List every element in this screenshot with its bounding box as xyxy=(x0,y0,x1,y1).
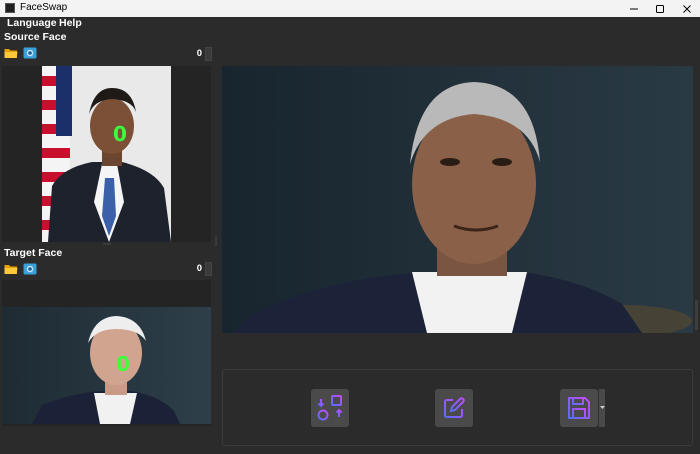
window-titlebar: FaceSwap xyxy=(0,0,700,17)
maximize-icon xyxy=(656,4,664,13)
splitter-handle[interactable] xyxy=(103,243,111,245)
menu-language[interactable]: Language xyxy=(7,17,57,29)
action-bar xyxy=(222,369,693,446)
preview-panel xyxy=(222,66,693,337)
target-spin-arrows[interactable] xyxy=(205,262,212,276)
swap-faces-icon xyxy=(317,395,343,421)
panel-resize-handle[interactable] xyxy=(215,236,217,246)
folder-icon[interactable] xyxy=(4,47,18,59)
source-face-counter[interactable]: 0 xyxy=(190,47,212,61)
target-face-counter[interactable]: 0 xyxy=(190,262,212,276)
source-face-count: 0 xyxy=(196,48,202,59)
close-button[interactable] xyxy=(672,0,700,17)
folder-icon[interactable] xyxy=(4,263,18,275)
app-icon xyxy=(5,3,15,13)
swap-faces-button[interactable] xyxy=(311,389,349,427)
camera-icon[interactable] xyxy=(23,47,37,59)
menu-help[interactable]: Help xyxy=(59,17,82,29)
target-face-title: Target Face xyxy=(4,247,63,259)
chevron-down-icon xyxy=(600,406,605,409)
menubar: Language Help xyxy=(0,17,700,31)
camera-icon[interactable] xyxy=(23,263,37,275)
source-face-title: Source Face xyxy=(4,31,67,43)
window-title: FaceSwap xyxy=(20,2,68,13)
edit-button[interactable] xyxy=(435,389,473,427)
target-face-count: 0 xyxy=(196,263,202,274)
target-face-marker: 0 xyxy=(116,352,130,376)
target-face-panel: 0 xyxy=(2,280,211,426)
source-face-marker: 0 xyxy=(113,122,127,146)
preview-scrollbar[interactable] xyxy=(695,300,698,330)
source-face-image: 0 xyxy=(42,66,171,242)
maximize-button[interactable] xyxy=(645,0,675,17)
save-button[interactable] xyxy=(560,389,598,427)
swapped-result-image xyxy=(222,66,693,337)
edit-icon xyxy=(444,397,465,418)
source-face-panel: 0 xyxy=(2,66,211,242)
source-spin-arrows[interactable] xyxy=(205,47,212,61)
save-icon xyxy=(568,397,590,419)
minimize-icon xyxy=(630,8,638,9)
close-icon xyxy=(683,4,691,13)
save-options-dropdown[interactable] xyxy=(598,389,605,427)
target-face-image: 0 xyxy=(2,307,211,424)
